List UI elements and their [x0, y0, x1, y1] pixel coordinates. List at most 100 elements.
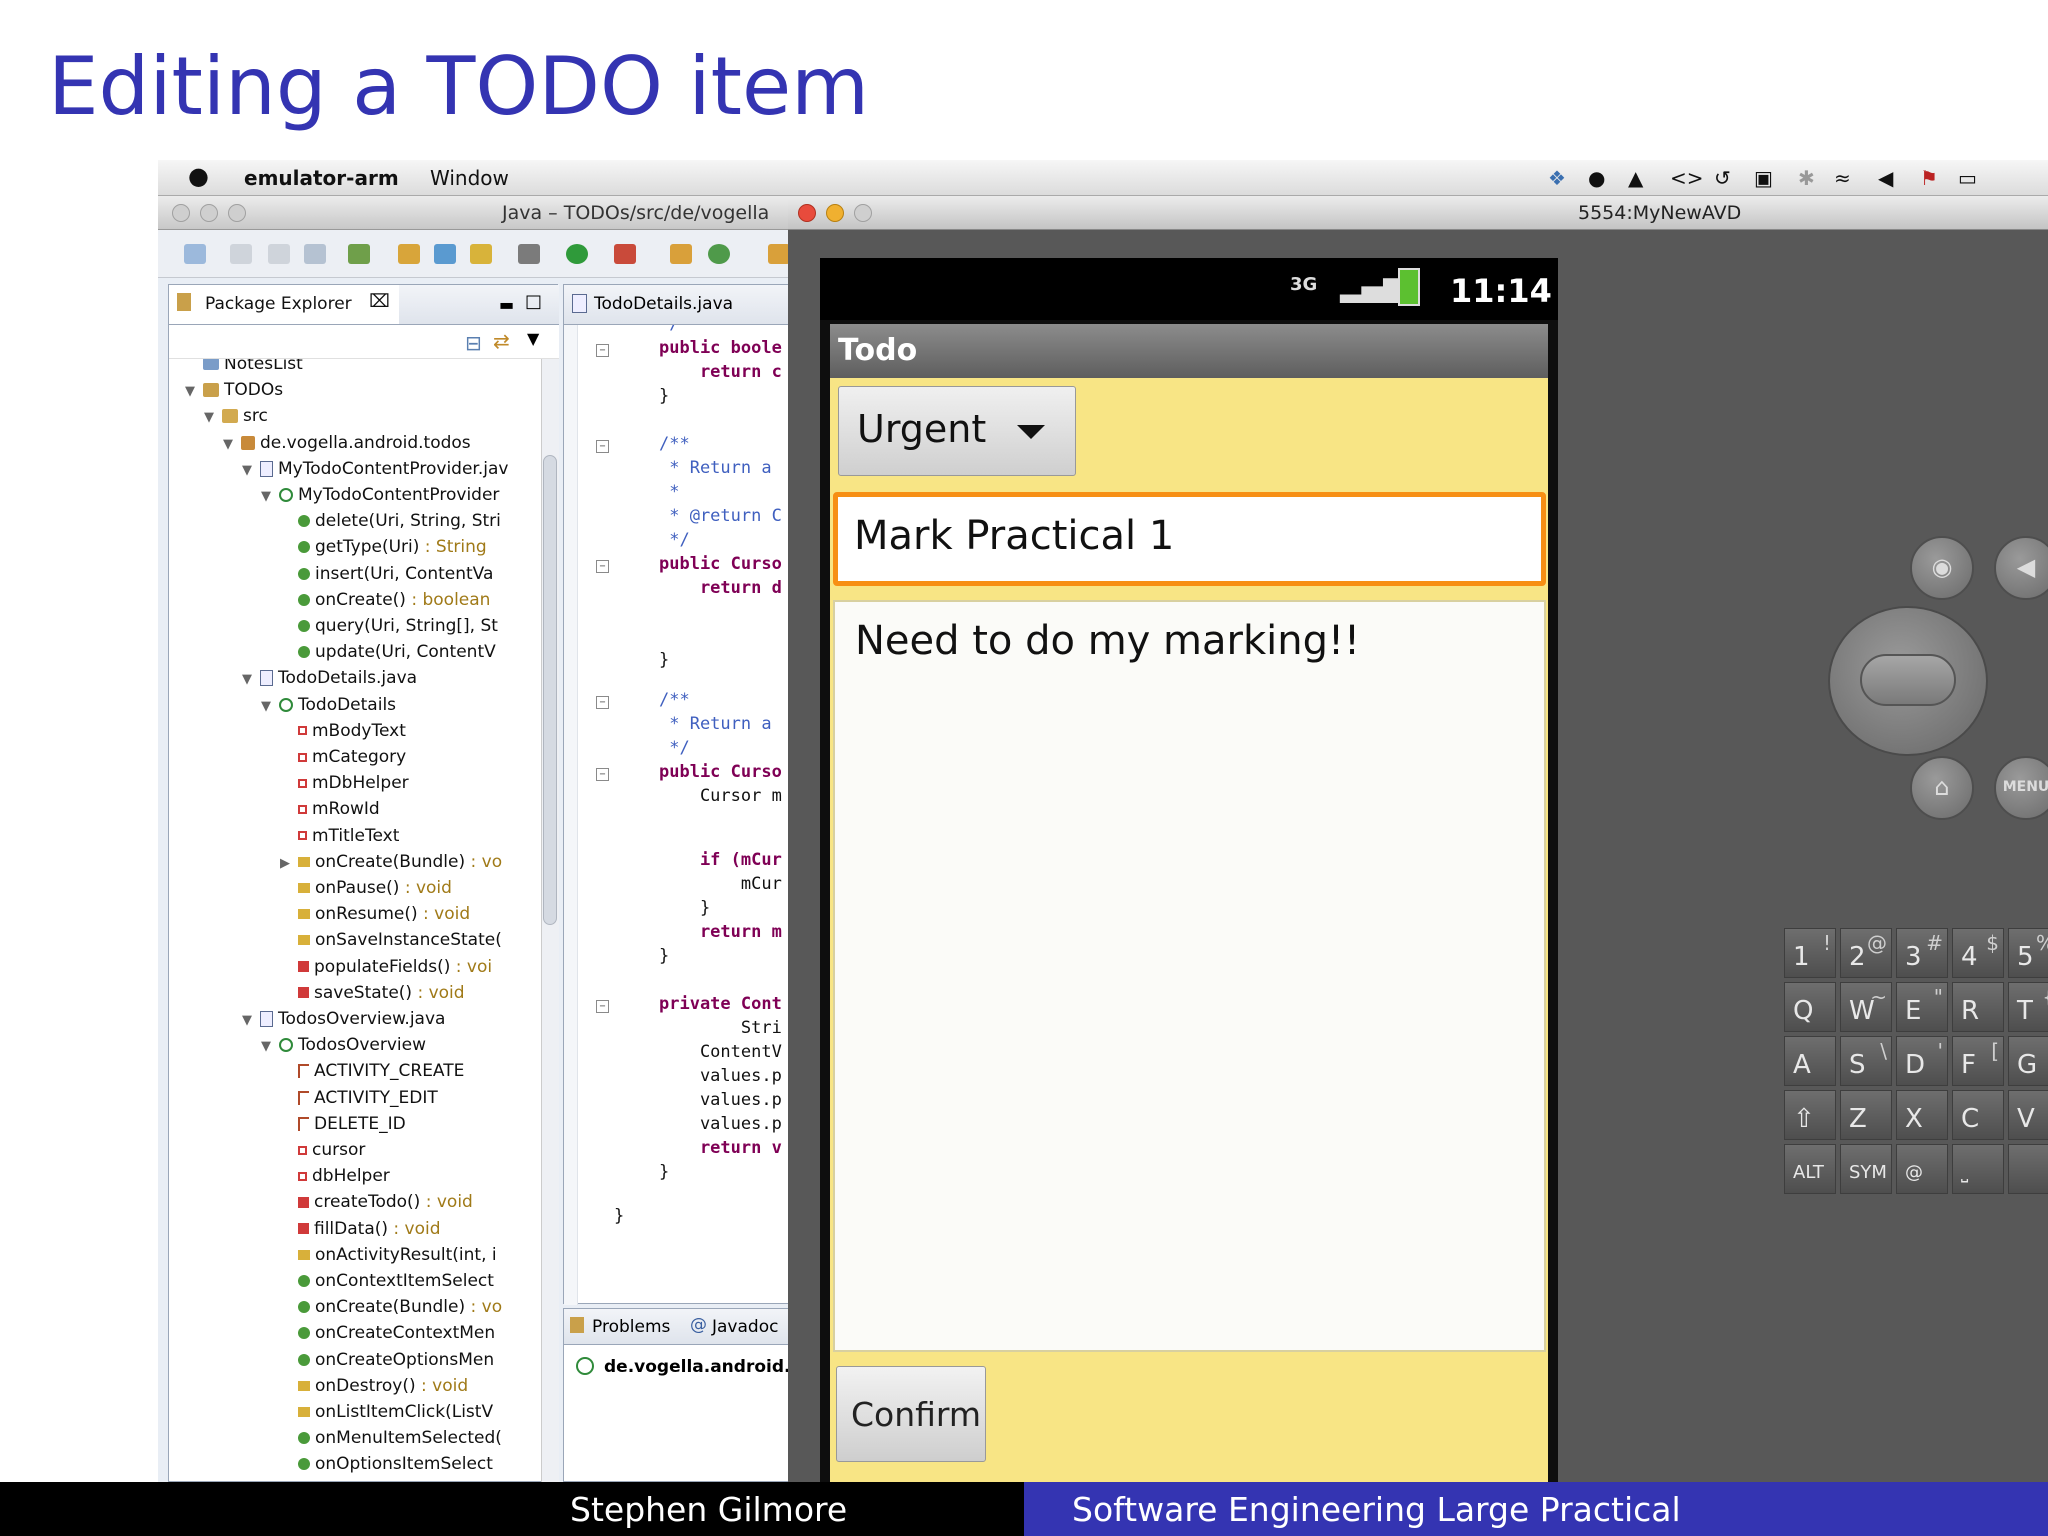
keyboard-key[interactable]: ⇧	[1784, 1090, 1836, 1140]
tree-item[interactable]: ACTIVITY_CREATE	[276, 1058, 464, 1084]
tree-item[interactable]: ▼ MyTodoContentProvider.jav	[238, 456, 508, 482]
keyboard-key[interactable]: D '	[1896, 1036, 1948, 1086]
keyboard-key[interactable]: C	[1952, 1090, 2004, 1140]
keyboard-key[interactable]: A	[1784, 1036, 1836, 1086]
tree-item[interactable]: onActivityResult(int, i	[276, 1242, 497, 1268]
expanded-arrow-icon[interactable]: ▼	[181, 379, 199, 405]
tree-item[interactable]: mRowId	[276, 796, 380, 822]
fold-toggle-icon[interactable]: −	[596, 440, 609, 453]
emulator-minimize-icon[interactable]	[826, 204, 844, 222]
tree-item[interactable]: ▼ TodosOverview.java	[238, 1006, 445, 1032]
dpad-center-button[interactable]	[1860, 654, 1956, 706]
keyboard-key[interactable]: 1!	[1784, 928, 1836, 978]
new-project-icon[interactable]	[670, 244, 692, 264]
menubar-app-name[interactable]: emulator-arm	[244, 166, 399, 190]
tree-item[interactable]: mBodyText	[276, 718, 406, 744]
save-all-icon[interactable]	[268, 244, 290, 264]
tab-javadoc[interactable]: Javadoc	[712, 1317, 778, 1337]
refresh-icon[interactable]	[708, 244, 730, 264]
minimize-view-icon[interactable]: ▬	[499, 295, 514, 314]
expanded-arrow-icon[interactable]: ▼	[257, 694, 275, 720]
emulator-zoom-icon[interactable]	[854, 204, 872, 222]
tree-item[interactable]: ▼ TodoDetails.java	[238, 665, 417, 691]
tree-item[interactable]: ACTIVITY_EDIT	[276, 1085, 438, 1111]
tree-scrollbar-thumb[interactable]	[543, 455, 557, 925]
volume-down-button[interactable]: ◀	[1994, 536, 2048, 600]
new-icon[interactable]	[184, 244, 206, 264]
window-minimize-icon[interactable]	[200, 204, 218, 222]
fold-toggle-icon[interactable]: −	[596, 768, 609, 781]
tab-package-explorer[interactable]: Package Explorer ⌧	[169, 285, 399, 325]
expanded-arrow-icon[interactable]: ▼	[257, 1034, 275, 1060]
tree-item[interactable]: onCreate() : boolean	[276, 587, 490, 613]
todo-body-input[interactable]: Need to do my marking!!	[833, 600, 1546, 1352]
tree-item[interactable]: onSaveInstanceState(	[276, 927, 502, 953]
keyboard-key[interactable]: SYM	[1840, 1144, 1892, 1194]
new-package-icon[interactable]	[470, 244, 492, 264]
camera-button[interactable]: ◉	[1910, 536, 1974, 600]
tree-item[interactable]: delete(Uri, String, Stri	[276, 508, 501, 534]
keyboard-key[interactable]: 4 $	[1952, 928, 2004, 978]
tree-item[interactable]: NotesList	[181, 359, 303, 377]
toolbar-more-icon[interactable]	[768, 244, 790, 264]
tree-item[interactable]: onCreateContextMen	[276, 1320, 495, 1346]
keyboard-key[interactable]: F[	[1952, 1036, 2004, 1086]
tree-item[interactable]: onCreateOptionsMen	[276, 1347, 494, 1373]
keyboard-key[interactable]: V	[2008, 1090, 2048, 1140]
tree-item[interactable]: createTodo() : void	[276, 1189, 473, 1215]
tree-item[interactable]: getType(Uri) : String	[276, 534, 487, 560]
view-menu-icon[interactable]: ▼	[527, 329, 539, 348]
sync-icon[interactable]: ▲	[1628, 166, 1643, 190]
tab-problems[interactable]: Problems	[592, 1317, 670, 1337]
tree-item[interactable]: onContextItemSelect	[276, 1268, 494, 1294]
expanded-arrow-icon[interactable]: ▼	[219, 432, 237, 458]
keyboard-key[interactable]: ⎵	[1952, 1144, 2004, 1194]
keyboard-key[interactable]: S \	[1840, 1036, 1892, 1086]
wifi-icon[interactable]: ≈	[1834, 166, 1851, 190]
menu-button[interactable]: MENU	[1994, 756, 2048, 820]
tree-item[interactable]: onMenuItemSelected(	[276, 1425, 502, 1451]
evernote-icon[interactable]: ●	[1588, 166, 1605, 190]
tree-item[interactable]: ▼ TodosOverview	[257, 1032, 426, 1058]
tree-item[interactable]: ▼ TODOs	[181, 377, 283, 403]
tree-item[interactable]: onListItemClick(ListV	[276, 1399, 493, 1425]
tree-item[interactable]: saveState() : void	[276, 980, 465, 1006]
expanded-arrow-icon[interactable]: ▼	[238, 1008, 256, 1034]
debug-icon[interactable]	[518, 244, 540, 264]
external-tools-icon[interactable]	[614, 244, 636, 264]
expanded-arrow-icon[interactable]: ▼	[200, 405, 218, 431]
keyboard-key[interactable]: T{	[2008, 982, 2048, 1032]
tree-item[interactable]: ▼ de.vogella.android.todos	[219, 430, 471, 456]
code-icon[interactable]: <>	[1670, 166, 1704, 190]
keyboard-key[interactable]: @	[1896, 1144, 1948, 1194]
fold-toggle-icon[interactable]: −	[596, 1000, 609, 1013]
tree-item[interactable]: onDestroy() : void	[276, 1373, 468, 1399]
keyboard-key[interactable]: X	[1896, 1090, 1948, 1140]
window-zoom-icon[interactable]	[228, 204, 246, 222]
collapsed-arrow-icon[interactable]: ▶	[276, 851, 294, 877]
tree-item[interactable]: update(Uri, ContentV	[276, 639, 496, 665]
volume-icon[interactable]: ◀	[1878, 166, 1893, 190]
tree-item[interactable]: ▼ src	[200, 403, 268, 429]
keyboard-key[interactable]	[2008, 1144, 2048, 1194]
display-icon[interactable]: ▣	[1754, 166, 1773, 190]
expanded-arrow-icon[interactable]: ▼	[238, 458, 256, 484]
confirm-button[interactable]: Confirm	[836, 1366, 986, 1462]
tree-item[interactable]: cursor	[276, 1137, 365, 1163]
print-icon[interactable]	[304, 244, 326, 264]
fold-toggle-icon[interactable]: −	[596, 696, 609, 709]
tree-item[interactable]: mTitleText	[276, 823, 399, 849]
tree-item[interactable]: onOptionsItemSelect	[276, 1451, 493, 1477]
tree-item[interactable]: fillData() : void	[276, 1216, 441, 1242]
bluetooth-icon[interactable]: ✱	[1798, 166, 1815, 190]
dropbox-icon[interactable]: ❖	[1548, 166, 1566, 190]
keyboard-key[interactable]: Q	[1784, 982, 1836, 1032]
tree-item[interactable]: onPause() : void	[276, 875, 452, 901]
time-machine-icon[interactable]: ↺	[1714, 166, 1731, 190]
tab-todo-details[interactable]: TodoDetails.java	[564, 285, 799, 325]
tree-item[interactable]: query(Uri, String[], St	[276, 613, 498, 639]
todo-title-input[interactable]: Mark Practical 1	[833, 492, 1546, 586]
keyboard-key[interactable]: Z	[1840, 1090, 1892, 1140]
new-java-class-icon[interactable]	[434, 244, 456, 264]
apple-icon[interactable]: ●	[188, 162, 209, 190]
